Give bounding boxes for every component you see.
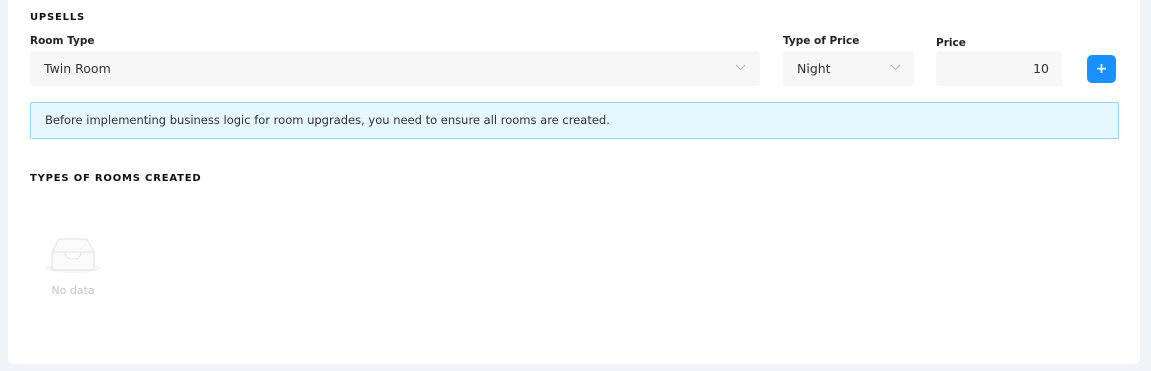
upsells-title: UPSELLS (30, 12, 86, 23)
empty-state-text: No data (51, 284, 95, 297)
chevron-down-icon (735, 64, 746, 71)
type-of-price-label: Type of Price (783, 35, 860, 47)
chevron-down-icon (890, 64, 901, 71)
type-of-price-select[interactable]: Night (783, 51, 914, 86)
info-message: Before implementing business logic for r… (45, 113, 610, 127)
info-alert: Before implementing business logic for r… (30, 102, 1119, 139)
upsells-card: UPSELLS Room Type Twin Room Type of Pric… (8, 0, 1140, 364)
room-type-label: Room Type (30, 35, 95, 47)
rooms-created-title: TYPES OF ROOMS CREATED (30, 173, 202, 184)
inbox-icon (45, 238, 101, 273)
room-type-value: Twin Room (44, 61, 111, 76)
price-input[interactable] (936, 51, 1062, 86)
price-label: Price (936, 37, 966, 49)
room-type-select[interactable]: Twin Room (30, 51, 760, 86)
type-of-price-value: Night (797, 61, 831, 76)
add-upsell-button[interactable]: + (1087, 55, 1116, 83)
